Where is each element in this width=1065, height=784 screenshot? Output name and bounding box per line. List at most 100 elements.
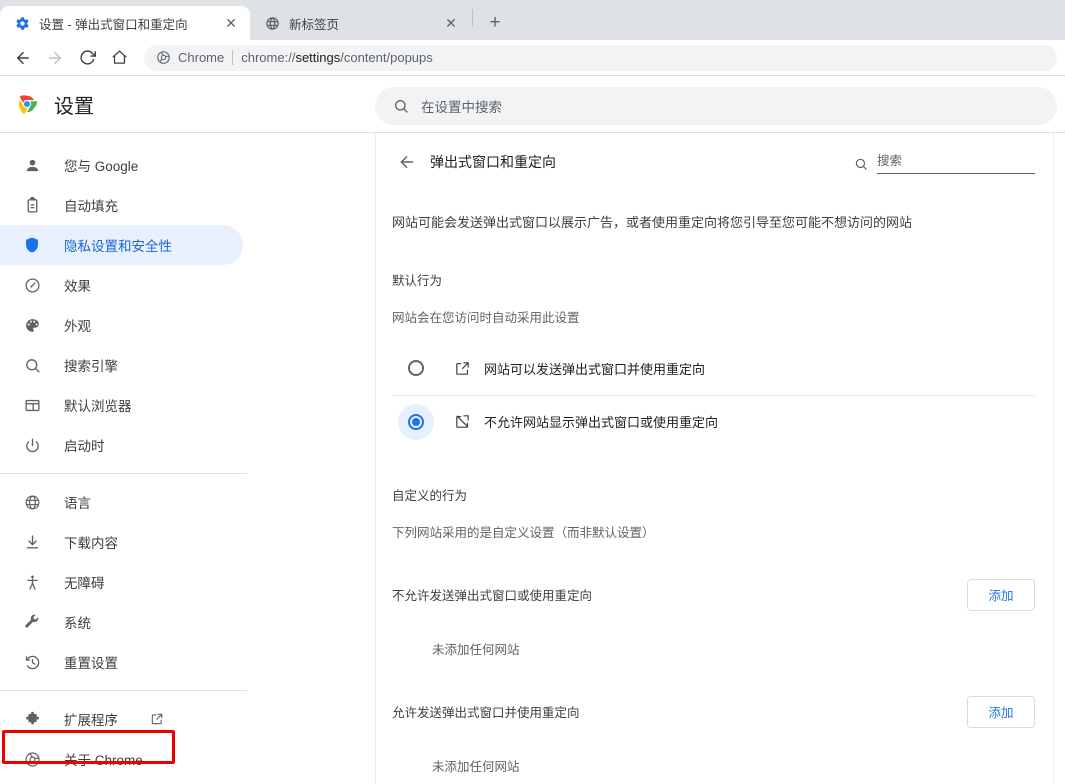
sidebar-item-label: 效果: [64, 279, 91, 294]
browser-tab-newtab[interactable]: 新标签页 ✕: [250, 6, 470, 40]
search-icon: [393, 98, 409, 114]
wrench-icon: [22, 612, 42, 632]
subpage-search-placeholder[interactable]: 搜索: [877, 150, 1035, 174]
sidebar-item-languages[interactable]: 语言: [0, 482, 243, 522]
radio-option-allow-popups[interactable]: 网站可以发送弹出式窗口并使用重定向: [392, 342, 1035, 395]
default-behavior-description: 网站会在您访问时自动采用此设置: [392, 310, 580, 325]
custom-behavior-description: 下列网站采用的是自定义设置（而非默认设置）: [392, 525, 655, 540]
sidebar-item-extensions[interactable]: 扩展程序: [0, 699, 243, 739]
add-blocked-site-button[interactable]: 添加: [967, 578, 1035, 611]
radio-button[interactable]: [398, 350, 434, 386]
open-in-new-off-icon: [452, 412, 472, 432]
sidebar-item-accessibility[interactable]: 无障碍: [0, 562, 243, 602]
tab-divider: [472, 9, 473, 27]
sidebar-item-search-engine[interactable]: 搜索引擎: [0, 345, 243, 385]
add-allowed-site-button[interactable]: 添加: [967, 695, 1035, 728]
exception-header: 允许发送弹出式窗口并使用重定向 添加: [392, 688, 1035, 736]
settings-header: 设置 在设置中搜索: [0, 76, 1065, 132]
default-behavior-radio-group: 网站可以发送弹出式窗口并使用重定向 不允许网站显示弹出式窗口或使用重定向: [392, 342, 1035, 448]
home-icon[interactable]: [104, 44, 134, 72]
sidebar-item-appearance[interactable]: 外观: [0, 305, 243, 345]
exception-title: 不允许发送弹出式窗口或使用重定向: [392, 589, 593, 603]
palette-icon: [22, 315, 42, 335]
shield-icon: [22, 235, 42, 255]
sidebar-item-label: 外观: [64, 319, 91, 334]
url-prefix: chrome://: [241, 50, 296, 65]
settings-main-pane: 弹出式窗口和重定向 搜索 网站可能会发送弹出式窗口以展示广告，或者使用重定向将您…: [375, 133, 1065, 784]
sidebar-item-privacy-and-security[interactable]: 隐私设置和安全性: [0, 225, 243, 265]
exception-group-allowed: 允许发送弹出式窗口并使用重定向 添加 未添加任何网站: [392, 688, 1035, 775]
page-title: 设置: [54, 95, 94, 118]
sidebar-divider: [0, 473, 247, 474]
sidebar-item-label: 搜索引擎: [64, 359, 118, 374]
tab-title: 设置 - 弹出式窗口和重定向: [39, 17, 188, 32]
sidebar-item-default-browser[interactable]: 默认浏览器: [0, 385, 243, 425]
sidebar-item-label: 默认浏览器: [64, 399, 132, 414]
close-icon[interactable]: ✕: [222, 14, 240, 32]
gauge-icon: [22, 275, 42, 295]
search-icon: [22, 355, 42, 375]
sidebar-divider: [0, 690, 247, 691]
sidebar-item-label: 下载内容: [64, 536, 118, 551]
sidebar-item-label: 无障碍: [64, 576, 105, 591]
forward-icon[interactable]: [40, 44, 70, 72]
url-highlight: settings: [295, 50, 341, 65]
default-behavior-heading: 默认行为: [392, 273, 443, 288]
browser-tab-settings[interactable]: 设置 - 弹出式窗口和重定向 ✕: [0, 6, 250, 40]
sidebar-item-downloads[interactable]: 下载内容: [0, 522, 243, 562]
person-icon: [22, 155, 42, 175]
omnibox-url: chrome://settings/content/popups: [241, 50, 433, 65]
sidebar-item-label: 您与 Google: [64, 159, 139, 174]
address-bar[interactable]: Chrome chrome://settings/content/popups: [144, 44, 1057, 71]
subpage-header: 弹出式窗口和重定向 搜索: [376, 133, 1065, 191]
url-suffix: /content/popups: [340, 50, 433, 65]
tab-strip: 设置 - 弹出式窗口和重定向 ✕ 新标签页 ✕ +: [0, 0, 1065, 40]
puzzle-icon: [22, 709, 42, 729]
subpage-content: 网站可能会发送弹出式窗口以展示广告，或者使用重定向将您引导至您可能不想访问的网站…: [376, 191, 1065, 775]
sidebar-item-on-startup[interactable]: 启动时: [0, 425, 243, 465]
sidebar-item-reset-settings[interactable]: 重置设置: [0, 642, 243, 682]
sidebar-item-about-chrome[interactable]: 关于 Chrome: [0, 739, 243, 779]
exception-empty-text: 未添加任何网站: [432, 642, 520, 657]
sidebar-item-autofill[interactable]: 自动填充: [0, 185, 243, 225]
sidebar-item-system[interactable]: 系统: [0, 602, 243, 642]
radio-option-label: 不允许网站显示弹出式窗口或使用重定向: [484, 415, 719, 430]
sidebar-item-performance[interactable]: 效果: [0, 265, 243, 305]
sidebar-item-label: 隐私设置和安全性: [64, 239, 172, 254]
chrome-icon: [22, 749, 42, 769]
download-icon: [22, 532, 42, 552]
back-icon[interactable]: [390, 145, 424, 179]
settings-search-input[interactable]: 在设置中搜索: [375, 87, 1057, 125]
omnibox-scheme-label: Chrome: [178, 50, 225, 65]
radio-button[interactable]: [398, 403, 434, 440]
clipboard-icon: [22, 195, 42, 215]
sidebar-item-label: 系统: [64, 616, 91, 631]
exception-header: 不允许发送弹出式窗口或使用重定向 添加: [392, 571, 1035, 619]
power-icon: [22, 435, 42, 455]
exception-title: 允许发送弹出式窗口并使用重定向: [392, 706, 580, 720]
subpage-search[interactable]: 搜索: [854, 150, 1035, 174]
popup-description: 网站可能会发送弹出式窗口以展示广告，或者使用重定向将您引导至您可能不想访问的网站: [392, 215, 913, 230]
history-restore-icon: [22, 652, 42, 672]
close-icon[interactable]: ✕: [442, 14, 460, 32]
new-tab-button[interactable]: +: [481, 8, 509, 36]
exception-empty-text: 未添加任何网站: [432, 759, 520, 774]
settings-sidebar: 您与 Google 自动填充 隐私设置和安全性 效果 外观 搜索引擎 默认浏览器…: [0, 133, 375, 784]
sidebar-item-label: 扩展程序: [64, 713, 118, 728]
globe-icon: [264, 15, 280, 31]
settings-search-placeholder: 在设置中搜索: [421, 100, 502, 115]
scrollbar-track[interactable]: [1053, 133, 1054, 784]
sidebar-item-you-and-google[interactable]: 您与 Google: [0, 145, 243, 185]
settings-body: 您与 Google 自动填充 隐私设置和安全性 效果 外观 搜索引擎 默认浏览器…: [0, 132, 1065, 784]
back-icon[interactable]: [8, 44, 38, 72]
radio-option-block-popups[interactable]: 不允许网站显示弹出式窗口或使用重定向: [392, 394, 1035, 448]
radio-option-label: 网站可以发送弹出式窗口并使用重定向: [484, 361, 706, 377]
sidebar-item-label: 关于 Chrome: [64, 753, 143, 768]
custom-behavior-heading: 自定义的行为: [392, 488, 468, 503]
reload-icon[interactable]: [72, 44, 102, 72]
gear-icon: [14, 15, 30, 31]
sidebar-item-label: 语言: [64, 496, 91, 511]
omnibox-divider: [232, 50, 234, 65]
globe-icon: [22, 492, 42, 512]
settings-brand: 设置: [0, 90, 375, 119]
